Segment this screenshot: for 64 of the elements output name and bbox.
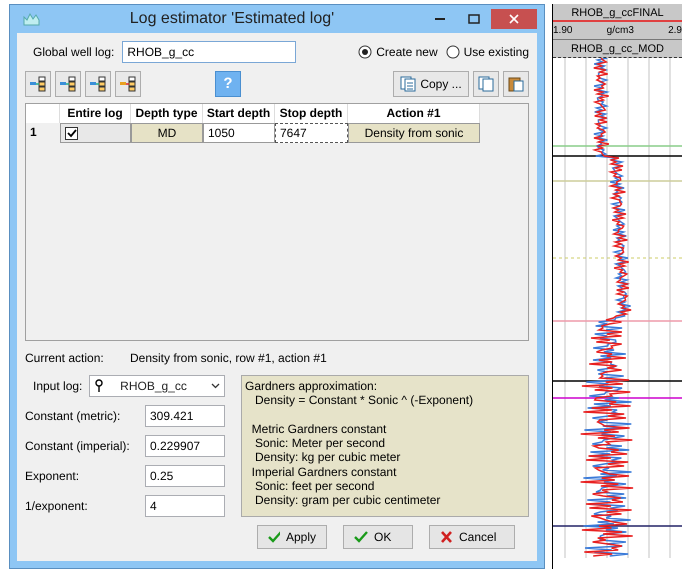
curve-name: RHOB_g_cc_MOD [553,40,682,58]
field-label: Constant (metric): [25,408,120,425]
scale-min: 1.90 [553,24,572,38]
field-label: Current action: [25,350,105,367]
insert-row-icon [89,76,107,92]
info-text: Gardners approximation: Density = Constant * Sonic ^ (-Exponent) Metric Gardners constant Sonic: Meter per second Density: kg per cubic meter Imperial Gardners constant Sonic: feet per second Density: gram per cubic centimeter [241,375,529,517]
action-button[interactable]: Apply [257,525,327,549]
field-label: Input log: [33,378,84,395]
action-button[interactable]: OK [343,525,413,549]
scale-max: 2.9 [668,24,682,38]
input-field[interactable]: 0.229907 [145,435,225,457]
table-cell[interactable]: 1050 [203,123,275,143]
field-label: Exponent: [25,468,80,485]
table-cell[interactable]: Density from sonic [348,123,480,143]
delete-row-icon [119,76,137,92]
field-label: Global well log: [33,44,114,61]
radio-icon [446,45,460,59]
close-icon [509,14,519,24]
add-row-icon [29,76,47,92]
well-log-field[interactable]: RHOB_g_cc [122,41,296,63]
window-title: Log estimator 'Estimated log' [128,9,336,29]
checkbox-cell[interactable] [60,123,131,143]
minimize-icon [435,18,445,20]
field-label: 1/exponent: [25,498,88,515]
column-header: Start depth [203,104,275,123]
column-header: Depth type [131,104,203,123]
insert-row-button[interactable] [85,71,111,97]
track-title: RHOB_g_ccFINAL [553,4,682,22]
input-field[interactable]: 0.25 [145,465,225,487]
copy-button[interactable]: Copy ... [393,71,469,97]
field-label: Constant (imperial): [25,438,130,455]
app-icon [23,12,41,26]
paste-icon [508,76,524,92]
scale-unit: g/cm3 [606,24,634,38]
table-cell[interactable]: MD [131,123,203,143]
copy-icon [400,76,416,92]
column-header: Stop depth [275,104,348,123]
input-field[interactable]: 309.421 [145,405,225,427]
close-button[interactable] [491,9,537,29]
append-row-button[interactable] [55,71,81,97]
maximize-icon [468,14,480,24]
current-action-text: Density from sonic, row #1, action #1 [130,350,327,367]
header-corner [26,104,60,123]
check-icon [354,531,368,543]
action-button[interactable]: Cancel [429,525,515,549]
input-log-dropdown[interactable]: RHOB_g_cc [89,375,225,397]
copy-icon [478,76,494,92]
radio-icon [358,45,372,59]
check-icon [268,531,280,543]
delete-row-button[interactable] [115,71,141,97]
checkbox-icon [65,127,78,140]
paste-button[interactable] [503,71,529,97]
input-field[interactable]: 4 [145,495,225,517]
table-cell[interactable]: 7647 [275,123,348,143]
radio-option[interactable]: Create new [358,43,438,61]
append-row-icon [59,76,77,92]
caret-icon [211,383,220,389]
cross-icon [440,531,453,543]
row-number: 1 [30,125,37,139]
copy-icon-button[interactable] [473,71,499,97]
radio-option[interactable]: Use existing [446,43,529,61]
column-header: Action #1 [348,104,480,123]
add-row-button[interactable] [25,71,51,97]
column-header: Entire log [60,104,131,123]
